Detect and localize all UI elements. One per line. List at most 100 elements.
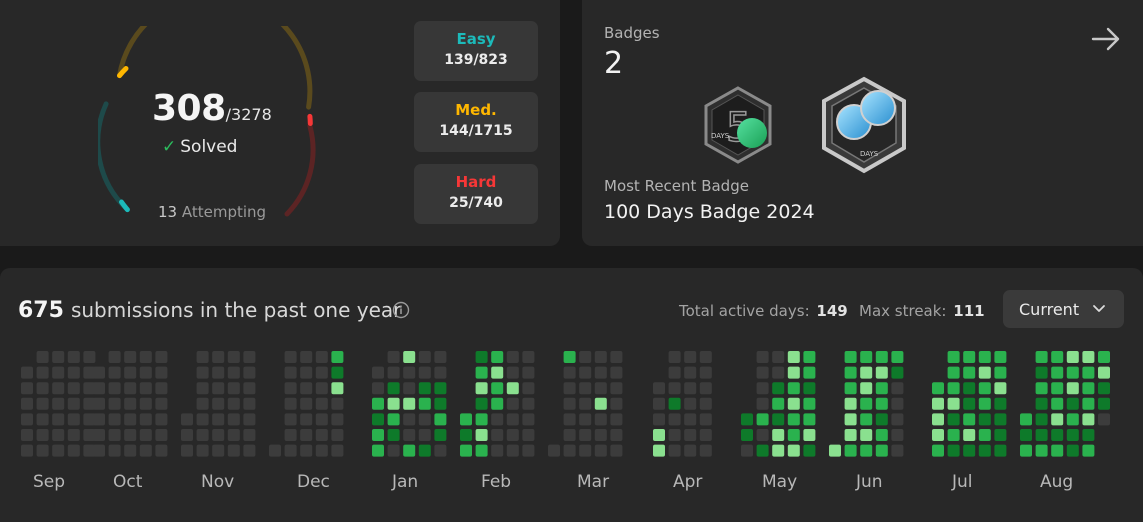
heatmap-cell[interactable] xyxy=(418,382,431,395)
heatmap-cell[interactable] xyxy=(475,413,488,426)
heatmap-cell[interactable] xyxy=(243,351,256,363)
heatmap-cell[interactable] xyxy=(772,397,785,410)
heatmap-cell[interactable] xyxy=(1082,444,1095,457)
heatmap-cell[interactable] xyxy=(300,366,313,379)
heatmap-cell[interactable] xyxy=(460,444,472,457)
heatmap-cell[interactable] xyxy=(1082,413,1095,426)
heatmap-cell[interactable] xyxy=(994,366,1007,379)
heatmap-cell[interactable] xyxy=(653,397,665,410)
heatmap-cell[interactable] xyxy=(756,397,769,410)
heatmap-cell[interactable] xyxy=(227,413,240,426)
heatmap-cell[interactable] xyxy=(978,444,991,457)
heatmap-cell[interactable] xyxy=(594,382,607,395)
heatmap-cell[interactable] xyxy=(212,429,225,441)
heatmap-cell[interactable] xyxy=(403,351,416,363)
heatmap-cell[interactable] xyxy=(860,397,873,410)
heatmap-cell[interactable] xyxy=(994,382,1007,395)
heatmap-cell[interactable] xyxy=(52,366,65,379)
heatmap-cell[interactable] xyxy=(52,397,65,410)
medium-stat-box[interactable]: Med. 144/1715 xyxy=(414,92,538,152)
heatmap-cell[interactable] xyxy=(1035,413,1048,426)
heatmap-cell[interactable] xyxy=(387,444,400,457)
heatmap-cell[interactable] xyxy=(403,429,416,441)
heatmap-cell[interactable] xyxy=(67,366,80,379)
heatmap-cell[interactable] xyxy=(155,351,168,363)
heatmap-cell[interactable] xyxy=(108,413,121,426)
heatmap-cell[interactable] xyxy=(844,444,857,457)
heatmap-cell[interactable] xyxy=(803,382,816,395)
heatmap-cell[interactable] xyxy=(212,413,225,426)
heatmap-cell[interactable] xyxy=(21,366,33,379)
heatmap-cell[interactable] xyxy=(522,366,535,379)
heatmap-cell[interactable] xyxy=(1051,397,1064,410)
heatmap-cell[interactable] xyxy=(787,413,800,426)
heatmap-cell[interactable] xyxy=(243,382,256,395)
heatmap-cell[interactable] xyxy=(699,397,712,410)
heatmap-cell[interactable] xyxy=(699,413,712,426)
heatmap-cell[interactable] xyxy=(315,429,328,441)
heatmap-cell[interactable] xyxy=(139,397,152,410)
heatmap-cell[interactable] xyxy=(196,397,209,410)
heatmap-cell[interactable] xyxy=(227,397,240,410)
heatmap-cell[interactable] xyxy=(1020,444,1032,457)
heatmap-cell[interactable] xyxy=(331,444,344,457)
heatmap-cell[interactable] xyxy=(243,413,256,426)
easy-stat-box[interactable]: Easy 139/823 xyxy=(414,21,538,81)
heatmap-cell[interactable] xyxy=(594,397,607,410)
heatmap-cell[interactable] xyxy=(491,382,504,395)
heatmap-cell[interactable] xyxy=(963,366,976,379)
heatmap-cell[interactable] xyxy=(387,413,400,426)
heatmap-cell[interactable] xyxy=(668,444,681,457)
heatmap-cell[interactable] xyxy=(372,382,384,395)
heatmap-cell[interactable] xyxy=(300,351,313,363)
heatmap-cell[interactable] xyxy=(947,351,960,363)
heatmap-cell[interactable] xyxy=(1098,397,1110,410)
heatmap-cell[interactable] xyxy=(315,351,328,363)
heatmap-cell[interactable] xyxy=(491,397,504,410)
heatmap-cell[interactable] xyxy=(891,366,904,379)
heatmap-cell[interactable] xyxy=(52,351,65,363)
heatmap-cell[interactable] xyxy=(93,397,105,410)
heatmap-cell[interactable] xyxy=(787,351,800,363)
heatmap-cell[interactable] xyxy=(699,366,712,379)
heatmap-cell[interactable] xyxy=(155,429,168,441)
heatmap-cell[interactable] xyxy=(181,429,193,441)
heatmap-cell[interactable] xyxy=(331,397,344,410)
heatmap-cell[interactable] xyxy=(947,429,960,441)
heatmap-cell[interactable] xyxy=(963,444,976,457)
heatmap-cell[interactable] xyxy=(579,351,592,363)
heatmap-cell[interactable] xyxy=(108,429,121,441)
heatmap-cell[interactable] xyxy=(212,351,225,363)
heatmap-cell[interactable] xyxy=(155,366,168,379)
heatmap-cell[interactable] xyxy=(875,366,888,379)
heatmap-cell[interactable] xyxy=(284,444,297,457)
heatmap-cell[interactable] xyxy=(699,429,712,441)
heatmap-cell[interactable] xyxy=(756,382,769,395)
heatmap-cell[interactable] xyxy=(891,413,904,426)
heatmap-cell[interactable] xyxy=(579,429,592,441)
heatmap-cell[interactable] xyxy=(403,444,416,457)
hard-stat-box[interactable]: Hard 25/740 xyxy=(414,164,538,224)
heatmap-cell[interactable] xyxy=(243,366,256,379)
heatmap-cell[interactable] xyxy=(522,444,535,457)
heatmap-cell[interactable] xyxy=(860,413,873,426)
heatmap-cell[interactable] xyxy=(947,444,960,457)
heatmap-cell[interactable] xyxy=(610,444,623,457)
heatmap-cell[interactable] xyxy=(1035,397,1048,410)
heatmap-cell[interactable] xyxy=(699,444,712,457)
heatmap-cell[interactable] xyxy=(108,366,121,379)
heatmap-cell[interactable] xyxy=(891,397,904,410)
heatmap-cell[interactable] xyxy=(932,382,944,395)
heatmap-cell[interactable] xyxy=(387,429,400,441)
heatmap-cell[interactable] xyxy=(994,351,1007,363)
heatmap-cell[interactable] xyxy=(21,413,33,426)
heatmap-cell[interactable] xyxy=(67,397,80,410)
heatmap-cell[interactable] xyxy=(1051,444,1064,457)
heatmap-cell[interactable] xyxy=(978,429,991,441)
heatmap-cell[interactable] xyxy=(875,444,888,457)
heatmap-cell[interactable] xyxy=(300,397,313,410)
heatmap-cell[interactable] xyxy=(139,366,152,379)
heatmap-cell[interactable] xyxy=(93,366,105,379)
heatmap-cell[interactable] xyxy=(475,444,488,457)
heatmap-cell[interactable] xyxy=(963,351,976,363)
